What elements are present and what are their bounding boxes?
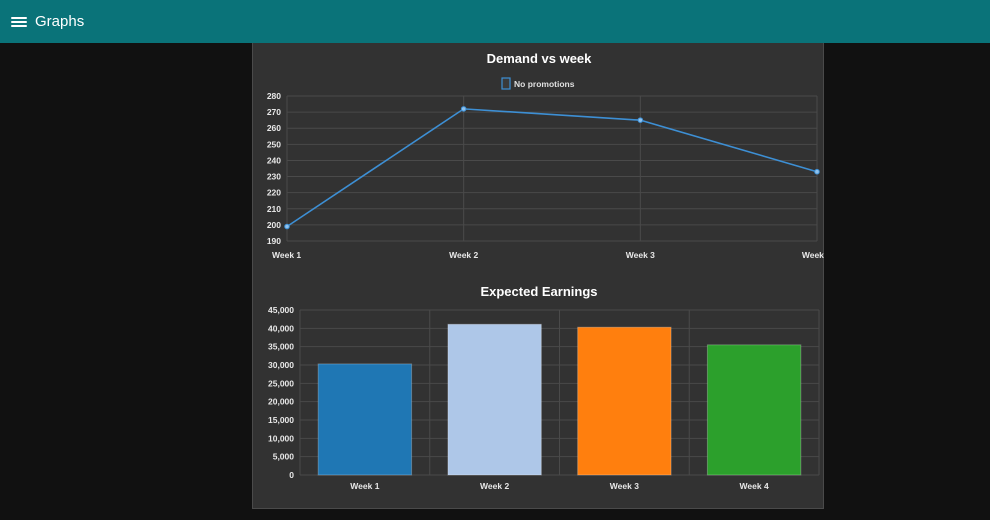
data-point[interactable] bbox=[814, 168, 820, 175]
y-tick-label: 200 bbox=[267, 220, 281, 230]
y-tick-label: 45,000 bbox=[268, 305, 294, 315]
x-tick-label: Week 2 bbox=[480, 481, 509, 491]
data-point[interactable] bbox=[637, 117, 644, 123]
x-tick-label: Week 2 bbox=[449, 250, 478, 260]
y-tick-label: 260 bbox=[267, 123, 281, 133]
x-tick-label: Week 3 bbox=[610, 481, 639, 491]
y-tick-label: 15,000 bbox=[268, 415, 294, 425]
x-tick-label: Week 4 bbox=[802, 250, 825, 260]
bar-chart-title: Expected Earnings bbox=[480, 284, 597, 299]
x-tick-label: Week 1 bbox=[272, 250, 301, 260]
bar[interactable] bbox=[447, 323, 542, 476]
y-tick-label: 240 bbox=[267, 155, 281, 165]
x-tick-label: Week 3 bbox=[626, 250, 655, 260]
y-tick-label: 0 bbox=[289, 470, 294, 480]
demand-line-chart: Demand vs week No promotions 190 200 210 22… bbox=[267, 51, 831, 260]
y-tick-label: 5,000 bbox=[273, 452, 295, 462]
data-point[interactable] bbox=[284, 223, 290, 230]
menu-icon[interactable] bbox=[11, 15, 27, 29]
earnings-bar-chart: Expected Earnings 0 5,000 10,000 15,000 20,0… bbox=[268, 284, 820, 491]
app-bar: Graphs bbox=[0, 0, 990, 43]
data-point[interactable] bbox=[460, 106, 467, 112]
line-chart-y-ticks: 190 200 210 220 230 240 250 260 270 280 bbox=[267, 91, 281, 246]
y-tick-label: 280 bbox=[267, 91, 281, 101]
legend-swatch bbox=[501, 77, 511, 90]
y-tick-label: 270 bbox=[267, 107, 281, 117]
bar-chart-x-ticks: Week 1 Week 2 Week 3 Week 4 bbox=[350, 481, 769, 491]
line-chart-series bbox=[284, 106, 820, 230]
y-tick-label: 250 bbox=[267, 139, 281, 149]
y-tick-label: 30,000 bbox=[268, 360, 294, 370]
line-chart-legend[interactable]: No promotions bbox=[501, 77, 575, 90]
bar[interactable] bbox=[706, 344, 802, 476]
bar[interactable] bbox=[317, 363, 413, 476]
y-tick-label: 220 bbox=[267, 188, 281, 198]
x-tick-label: Week 4 bbox=[740, 481, 769, 491]
charts-panel: Demand vs week No promotions 190 200 210 22… bbox=[252, 43, 831, 509]
y-tick-label: 20,000 bbox=[268, 397, 294, 407]
y-tick-label: 10,000 bbox=[268, 433, 294, 443]
line-chart-title: Demand vs week bbox=[487, 51, 593, 66]
y-tick-label: 190 bbox=[267, 236, 281, 246]
bar[interactable] bbox=[577, 326, 672, 476]
bar-chart-y-ticks: 0 5,000 10,000 15,000 20,000 25,000 30,000 35,0… bbox=[268, 305, 294, 480]
y-tick-label: 25,000 bbox=[268, 378, 294, 388]
y-tick-label: 210 bbox=[267, 204, 281, 214]
legend-label: No promotions bbox=[514, 79, 575, 89]
charts-canvas: Demand vs week No promotions 190 200 210 22… bbox=[267, 51, 831, 491]
x-tick-label: Week 1 bbox=[350, 481, 379, 491]
line-chart-x-ticks: Week 1 Week 2 Week 3 Week 4 bbox=[272, 250, 831, 260]
line-chart-grid bbox=[286, 95, 818, 242]
y-tick-label: 35,000 bbox=[268, 342, 294, 352]
app-title: Graphs bbox=[35, 13, 85, 30]
y-tick-label: 40,000 bbox=[268, 323, 294, 333]
y-tick-label: 230 bbox=[267, 172, 281, 182]
